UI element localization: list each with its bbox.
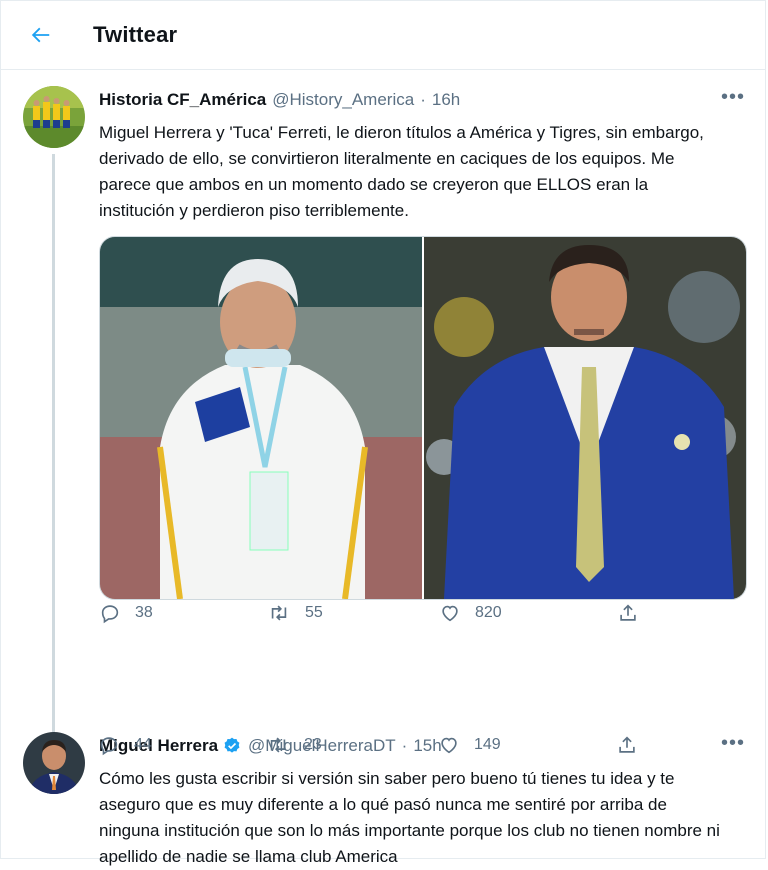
share-icon [619, 736, 635, 753]
retweet-icon [271, 605, 287, 621]
tweet-media[interactable] [99, 236, 747, 600]
heart-icon [442, 605, 458, 622]
share-button[interactable] [617, 602, 639, 624]
tweet-actions: 38 55 820 [99, 602, 749, 624]
avatar[interactable] [23, 86, 85, 148]
retweet-icon [270, 737, 286, 753]
like-count: 149 [474, 736, 501, 753]
author-name[interactable]: Historia CF_América [99, 90, 266, 110]
retweet-button[interactable]: 23 [266, 734, 438, 756]
like-button[interactable]: 820 [439, 602, 617, 624]
retweet-button[interactable]: 55 [267, 602, 439, 624]
author-handle[interactable]: @History_America [272, 90, 414, 110]
reply-button[interactable]: 38 [99, 602, 267, 624]
tweet-thread-panel: Twittear Historia CF_América @History_Am… [0, 0, 766, 866]
separator-dot: · [420, 90, 426, 109]
timestamp[interactable]: 16h [432, 90, 460, 110]
tweet-header: Historia CF_América @History_America · 1… [99, 88, 749, 112]
tweet[interactable]: Historia CF_América @History_America · 1… [1, 70, 765, 736]
arrow-left-icon [31, 27, 50, 43]
like-count: 820 [475, 604, 502, 621]
share-button[interactable] [616, 734, 638, 756]
photo-left-coach[interactable] [100, 237, 422, 599]
reply-count: 44 [134, 736, 152, 753]
reply-icon [101, 605, 119, 624]
tweet[interactable]: Miguel Herrera @MiguelHerreraDT · 15h ••… [1, 632, 765, 866]
back-button[interactable] [23, 17, 59, 53]
avatar[interactable] [23, 732, 85, 794]
photo-right-coach[interactable] [424, 237, 746, 599]
retweet-count: 23 [304, 736, 322, 753]
tweet-text: Cómo les gusta escribir si versión sin s… [99, 769, 725, 866]
reply-button[interactable]: 44 [98, 734, 266, 756]
tweet-actions: 44 23 149 [98, 734, 752, 756]
reply-count: 38 [135, 604, 153, 621]
share-icon [620, 604, 636, 621]
like-button[interactable]: 149 [438, 734, 616, 756]
retweet-count: 55 [305, 604, 323, 621]
more-options-icon[interactable]: ••• [721, 86, 745, 109]
tweet-text: Miguel Herrera y 'Tuca' Ferreti, le dier… [99, 123, 709, 220]
page-title: Twittear [93, 22, 178, 47]
header: Twittear [1, 1, 765, 70]
heart-icon [441, 737, 457, 754]
reply-icon [100, 737, 118, 756]
